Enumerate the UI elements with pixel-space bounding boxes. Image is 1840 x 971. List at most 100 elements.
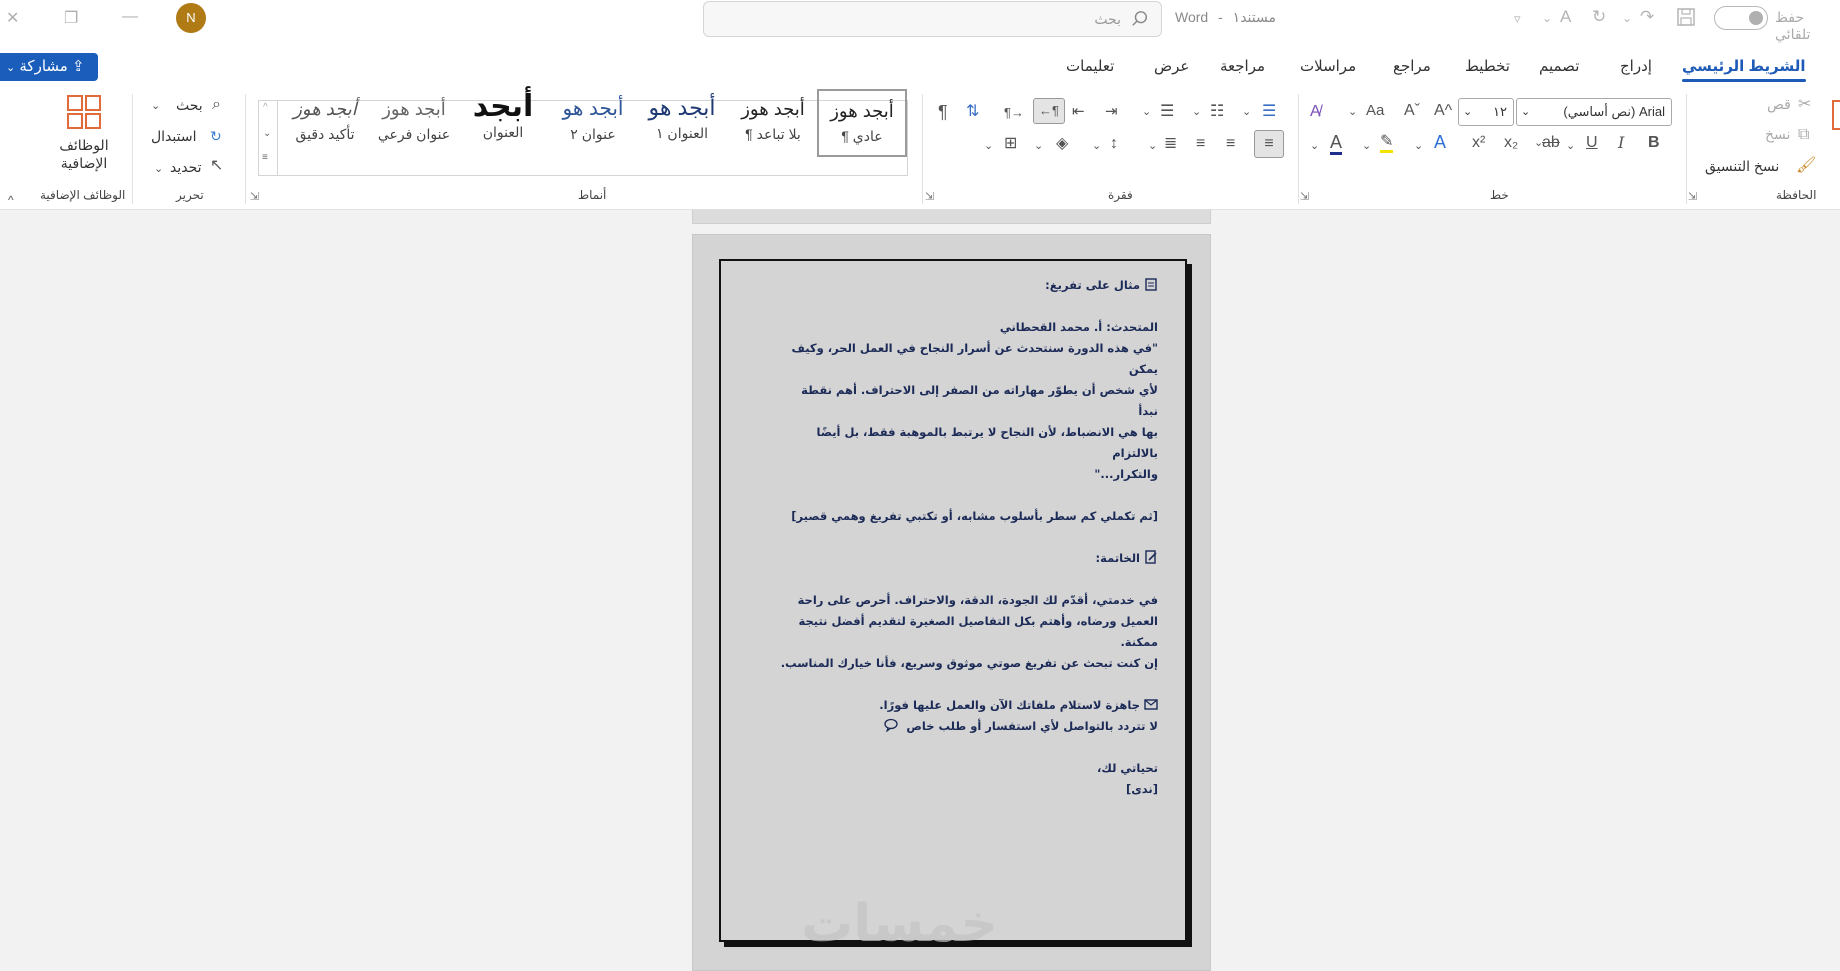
replace-icon[interactable]: ↻ xyxy=(210,126,222,146)
style-no-spacing[interactable]: أبجد هوز ¶ بلا تباعد xyxy=(728,89,818,157)
sort-icon[interactable]: ⇅ xyxy=(966,102,979,122)
addins-icon[interactable] xyxy=(66,94,102,130)
clear-formatting-icon[interactable]: A̸ xyxy=(1310,102,1321,122)
text-format-icon[interactable]: A xyxy=(1560,7,1571,27)
tab-mailings[interactable]: مراسلات xyxy=(1300,57,1356,75)
grow-font-icon[interactable]: A^ xyxy=(1434,101,1452,121)
pilcrow-icon[interactable]: ¶ xyxy=(938,102,948,122)
undo-icon[interactable]: ↷ xyxy=(1640,7,1654,27)
ltr-direction-icon[interactable]: ¶→ xyxy=(1004,103,1024,123)
tab-home[interactable]: الشريط الرئيسي xyxy=(1682,57,1806,82)
dialog-launcher-icon[interactable]: ⇲ xyxy=(925,190,934,203)
select-label[interactable]: تحديد xyxy=(170,159,202,176)
borders-icon[interactable]: ⊞ xyxy=(1004,134,1017,154)
chevron-down-icon[interactable]: ⌄ xyxy=(151,96,160,116)
search-box[interactable]: بحث xyxy=(703,1,1162,37)
chevron-down-icon[interactable]: ⌄ xyxy=(263,128,271,139)
line-spacing-icon[interactable]: ↕ xyxy=(1110,134,1118,154)
format-painter-label[interactable]: نسخ التنسيق xyxy=(1705,158,1779,175)
chevron-down-icon[interactable]: ⌄ xyxy=(1542,11,1552,25)
subscript-icon[interactable]: x₂ xyxy=(1504,133,1518,153)
align-center-icon[interactable]: ≡ xyxy=(1226,134,1235,154)
close-window-icon[interactable]: ✕ xyxy=(6,8,19,28)
italic-icon[interactable]: I xyxy=(1618,133,1624,153)
customize-qat-icon[interactable]: ▿ xyxy=(1514,11,1521,27)
chevron-down-icon[interactable]: ⌄ xyxy=(1362,136,1371,156)
tab-review[interactable]: مراجعة xyxy=(1220,57,1265,75)
rtl-direction-icon[interactable]: ←¶ xyxy=(1033,98,1065,124)
tab-view[interactable]: عرض xyxy=(1154,57,1189,75)
minimize-window-icon[interactable]: — xyxy=(122,8,138,26)
find-label[interactable]: بحث xyxy=(176,97,203,114)
tab-layout[interactable]: تخطيط xyxy=(1465,57,1510,75)
tab-references[interactable]: مراجع xyxy=(1393,57,1431,75)
justify-icon[interactable]: ≣ xyxy=(1164,134,1177,154)
undo-dropdown-icon[interactable]: ⌄ xyxy=(1622,11,1632,25)
chevron-down-icon[interactable]: ⌄ xyxy=(1148,136,1157,156)
underline-icon[interactable]: U xyxy=(1586,133,1598,153)
chevron-up-icon[interactable]: ^ xyxy=(263,102,268,113)
superscript-icon[interactable]: x² xyxy=(1472,133,1485,153)
copy-icon[interactable]: ⧉ xyxy=(1798,125,1809,145)
style-title[interactable]: أبجد العنوان xyxy=(458,89,548,157)
shading-icon[interactable]: ◈ xyxy=(1056,134,1068,154)
tab-insert[interactable]: إدراج xyxy=(1620,57,1652,75)
chevron-down-icon[interactable]: ⌄ xyxy=(1348,102,1357,122)
user-avatar[interactable]: N xyxy=(176,3,206,33)
chevron-down-icon[interactable]: ⌄ xyxy=(1566,136,1575,156)
collapse-ribbon-icon[interactable]: ^ xyxy=(8,190,14,210)
change-case-icon[interactable]: Aa xyxy=(1366,101,1384,121)
dialog-launcher-icon[interactable]: ⇲ xyxy=(1300,190,1309,203)
paste-icon[interactable] xyxy=(1832,100,1840,130)
cursor-icon[interactable]: ↖ xyxy=(210,156,223,176)
cut-label[interactable]: قص xyxy=(1767,96,1791,113)
bullets-icon[interactable]: ☰ xyxy=(1262,102,1276,122)
replace-label[interactable]: استبدال xyxy=(151,128,196,145)
strikethrough-icon[interactable]: ab xyxy=(1542,133,1560,153)
font-color-icon[interactable]: A xyxy=(1330,132,1343,155)
document-canvas[interactable]: خمسات مثال على تفريغ: المتحدث: أ. محمد ا… xyxy=(0,210,1840,971)
save-icon[interactable] xyxy=(1676,7,1696,27)
chevron-down-icon[interactable]: ⌄ xyxy=(1142,102,1151,122)
copy-label[interactable]: نسخ xyxy=(1765,126,1790,143)
highlight-icon[interactable]: ✎ xyxy=(1380,132,1394,153)
chevron-down-icon[interactable]: ⌄ xyxy=(1092,136,1101,156)
style-heading-1[interactable]: أبجد هو العنوان ١ xyxy=(637,89,727,157)
dialog-launcher-icon[interactable]: ⇲ xyxy=(250,190,259,203)
numbering-icon[interactable]: ☷ xyxy=(1210,102,1224,122)
format-painter-icon[interactable]: 🖌 xyxy=(1796,156,1816,176)
decrease-indent-icon[interactable]: ⇤ xyxy=(1072,102,1085,122)
restore-window-icon[interactable]: ❐ xyxy=(64,8,78,28)
style-subtle-emphasis[interactable]: أبجد هوز تأكيد دقيق xyxy=(280,89,370,157)
chevron-down-icon[interactable]: ⌄ xyxy=(1242,102,1251,122)
gallery-more-icon[interactable]: ≡ xyxy=(262,152,268,163)
scissors-icon[interactable]: ✂ xyxy=(1798,95,1811,115)
gallery-scroll[interactable]: ^ ⌄ ≡ xyxy=(258,100,278,176)
tab-help[interactable]: تعليمات xyxy=(1066,57,1114,75)
text-effects-icon[interactable]: A xyxy=(1434,132,1446,152)
chevron-down-icon[interactable]: ⌄ xyxy=(1034,136,1043,156)
style-normal[interactable]: أبجد هوز ¶ عادي xyxy=(817,89,907,157)
increase-indent-icon[interactable]: ⇥ xyxy=(1105,102,1118,122)
bold-icon[interactable]: B xyxy=(1648,133,1660,153)
dialog-launcher-icon[interactable]: ⇲ xyxy=(1688,190,1697,203)
multilevel-list-icon[interactable]: ☰ xyxy=(1160,102,1174,122)
style-subtitle[interactable]: أبجد هوز عنوان فرعي xyxy=(369,89,459,157)
autosave-toggle[interactable] xyxy=(1714,6,1768,30)
tab-design[interactable]: تصميم xyxy=(1539,57,1579,75)
style-heading-2[interactable]: أبجد هو عنوان ٢ xyxy=(548,89,638,157)
font-name-combo[interactable]: Arial (نص أساسي) ⌄ xyxy=(1516,98,1672,126)
font-size-combo[interactable]: ١٢ ⌄ xyxy=(1458,98,1514,126)
document-page[interactable]: خمسات مثال على تفريغ: المتحدث: أ. محمد ا… xyxy=(692,234,1211,971)
search-icon[interactable]: ⌕ xyxy=(212,95,221,115)
chevron-down-icon[interactable]: ⌄ xyxy=(984,136,993,156)
chevron-down-icon[interactable]: ⌄ xyxy=(1310,136,1319,156)
chevron-down-icon[interactable]: ⌄ xyxy=(1414,136,1423,156)
shrink-font-icon[interactable]: Aˇ xyxy=(1404,101,1420,121)
align-left-icon[interactable]: ≡ xyxy=(1196,134,1205,154)
addins-button-label[interactable]: الوظائف الإضافية xyxy=(44,136,124,172)
chevron-down-icon[interactable]: ⌄ xyxy=(1192,102,1201,122)
align-right-icon[interactable]: ≡ xyxy=(1254,130,1284,158)
chevron-down-icon[interactable]: ⌄ xyxy=(154,159,163,179)
document-body[interactable]: مثال على تفريغ: المتحدث: أ. محمد القحطان… xyxy=(778,275,1158,800)
